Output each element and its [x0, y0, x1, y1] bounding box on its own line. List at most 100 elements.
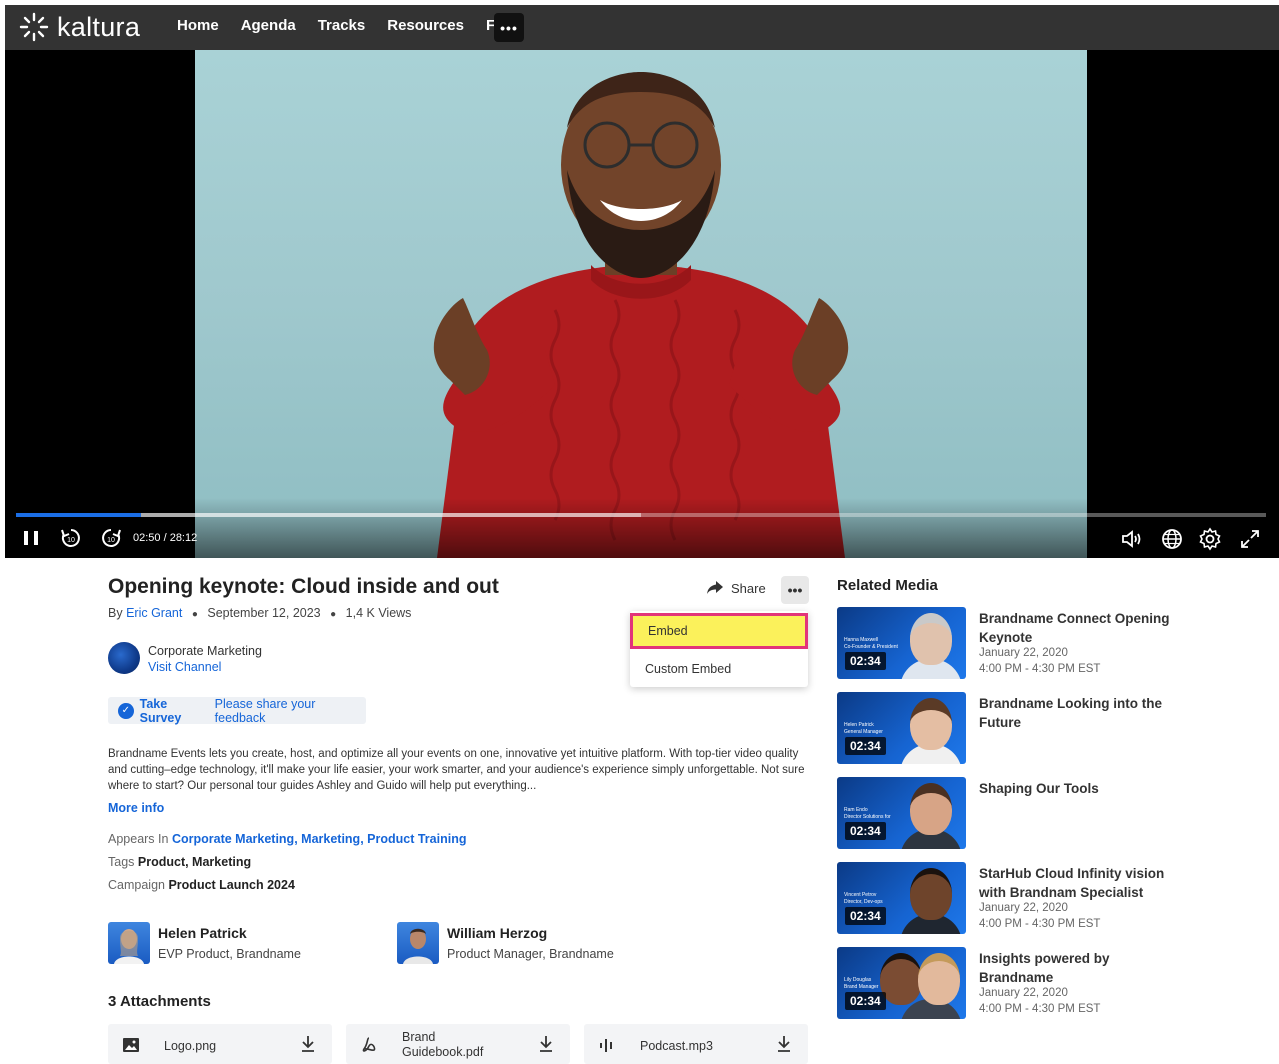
- caption-name: Hanna Maxwell: [844, 637, 879, 643]
- nav-agenda[interactable]: Agenda: [241, 17, 296, 34]
- gear-icon: [1199, 527, 1221, 551]
- tags-label: Tags: [108, 855, 135, 869]
- tags-value[interactable]: Product, Marketing: [138, 855, 251, 869]
- audio-icon: [600, 1039, 612, 1052]
- thumbnail-caption: Ram Endo Director Solutions for: [844, 807, 891, 821]
- pause-button[interactable]: [19, 526, 43, 550]
- video-frame: [195, 50, 1087, 558]
- download-icon[interactable]: [300, 1035, 316, 1053]
- volume-button[interactable]: [1119, 527, 1145, 551]
- svg-text:10: 10: [67, 537, 75, 544]
- settings-button[interactable]: [1198, 527, 1222, 551]
- played-fill: [16, 513, 141, 517]
- nav-tracks[interactable]: Tracks: [318, 17, 366, 34]
- thumbnail-person-head: [910, 698, 952, 750]
- attachment-item[interactable]: Podcast.mp3: [584, 1024, 808, 1064]
- avatar-image: [403, 928, 433, 964]
- forward-10-button[interactable]: 10: [99, 526, 123, 550]
- progress-bar[interactable]: [16, 513, 1266, 517]
- main-nav: Home Agenda Tracks Resources Faq: [177, 17, 513, 34]
- fullscreen-button[interactable]: [1238, 527, 1262, 551]
- thumbnail-caption: Lily Douglas Brand Manager: [844, 977, 878, 991]
- duration-badge: 02:34: [845, 992, 886, 1010]
- image-icon: [123, 1038, 139, 1052]
- campaign-value: Product Launch 2024: [168, 878, 295, 892]
- related-thumbnail[interactable]: Vincent Petrov Director, Dev-ops 02:34: [837, 862, 966, 934]
- more-info-link[interactable]: More info: [108, 801, 164, 815]
- related-title[interactable]: Insights powered by Brandname: [979, 949, 1179, 987]
- caption-name: Vincent Petrov: [844, 892, 877, 898]
- forward-10-icon: 10: [102, 529, 121, 547]
- share-arrow-icon: [707, 581, 723, 594]
- related-media-item[interactable]: Hanna Maxwell Co-Founder & President 02:3…: [837, 607, 1257, 679]
- custom-embed-menu-item[interactable]: Custom Embed: [630, 651, 808, 687]
- caption-role: Brand Manager: [844, 984, 879, 990]
- logo-text: kaltura: [57, 11, 141, 42]
- pdf-icon: [362, 1037, 376, 1052]
- appears-in-row: Appears In Corporate Marketing, Marketin…: [108, 832, 466, 846]
- author-link[interactable]: Eric Grant: [126, 606, 182, 620]
- take-survey-link[interactable]: Take Survey: [140, 697, 211, 725]
- avatar-image: [114, 929, 144, 964]
- category-link[interactable]: Corporate Marketing: [172, 832, 294, 846]
- related-title[interactable]: StarHub Cloud Infinity vision with Brand…: [979, 864, 1179, 902]
- related-thumbnail[interactable]: Ram Endo Director Solutions for 02:34: [837, 777, 966, 849]
- download-icon[interactable]: [776, 1035, 792, 1053]
- duration-badge: 02:34: [845, 907, 886, 925]
- related-time: 4:00 PM - 4:30 PM EST: [979, 918, 1101, 930]
- related-thumbnail[interactable]: Helen Patrick General Manager 02:34: [837, 692, 966, 764]
- survey-banner[interactable]: ✓ Take Survey Please share your feedback: [108, 697, 366, 725]
- volume-icon: [1122, 530, 1141, 548]
- controls-gradient: [5, 498, 1279, 558]
- kaltura-logo[interactable]: kaltura: [19, 12, 140, 42]
- related-thumbnail[interactable]: Lily Douglas Brand Manager 02:34: [837, 947, 966, 1019]
- kaltura-burst-icon: [19, 12, 49, 42]
- channel-avatar[interactable]: [108, 642, 140, 674]
- thumbnail-caption: Vincent Petrov Director, Dev-ops: [844, 892, 883, 906]
- attachment-name: Logo.png: [164, 1039, 217, 1053]
- caption-role: Co-Founder & President: [844, 644, 898, 650]
- nav-resources[interactable]: Resources: [387, 17, 464, 34]
- caption-role: Director Solutions for: [844, 814, 891, 820]
- related-date: January 22, 2020: [979, 647, 1068, 659]
- related-thumbnail[interactable]: Hanna Maxwell Co-Founder & President 02:3…: [837, 607, 966, 679]
- avatar: [108, 922, 150, 964]
- more-actions-button[interactable]: •••: [781, 576, 809, 604]
- category-link[interactable]: Product Training: [367, 832, 466, 846]
- attachment-item[interactable]: Logo.png: [108, 1024, 332, 1064]
- video-player[interactable]: 10 10 02:50 / 28:12: [5, 50, 1279, 558]
- embed-menu-item[interactable]: Embed: [630, 613, 808, 649]
- campaign-row: Campaign Product Launch 2024: [108, 878, 295, 892]
- attachment-item[interactable]: Brand Guidebook.pdf: [346, 1024, 570, 1064]
- tags-row: Tags Product, Marketing: [108, 855, 251, 869]
- visit-channel-link[interactable]: Visit Channel: [148, 660, 221, 674]
- thumbnail-person-head: [880, 953, 922, 1005]
- entry-views: 1,4 K Views: [345, 606, 412, 620]
- attachment-name: Brand Guidebook.pdf: [402, 1030, 484, 1059]
- related-media-item[interactable]: Ram Endo Director Solutions for 02:34 Sha…: [837, 777, 1257, 849]
- related-media-item[interactable]: Lily Douglas Brand Manager 02:34 Insights…: [837, 947, 1257, 1019]
- caption-name: Lily Douglas: [844, 977, 872, 983]
- related-media-item[interactable]: Helen Patrick General Manager 02:34 Brand…: [837, 692, 1257, 764]
- related-title[interactable]: Brandname Looking into the Future: [979, 694, 1179, 732]
- avatar: [397, 922, 439, 964]
- actions-dropdown: Embed Custom Embed: [630, 611, 808, 687]
- rewind-10-button[interactable]: 10: [59, 526, 83, 550]
- related-title[interactable]: Brandname Connect Opening Keynote: [979, 609, 1179, 647]
- attachments-title: 3 Attachments: [108, 993, 211, 1010]
- duration-badge: 02:34: [845, 652, 886, 670]
- download-icon[interactable]: [538, 1035, 554, 1053]
- category-link[interactable]: Marketing: [301, 832, 360, 846]
- channel-name: Corporate Marketing: [148, 644, 262, 658]
- nav-home[interactable]: Home: [177, 17, 219, 34]
- nav-more-button[interactable]: •••: [494, 13, 524, 42]
- presenter-role: EVP Product, Brandname: [158, 947, 301, 961]
- related-title[interactable]: Shaping Our Tools: [979, 779, 1179, 798]
- appears-in-label: Appears In: [108, 832, 169, 846]
- entry-description: Brandname Events lets you create, host, …: [108, 748, 805, 792]
- pause-icon: [24, 531, 38, 545]
- check-circle-icon: ✓: [118, 702, 134, 719]
- language-button[interactable]: [1160, 527, 1184, 551]
- share-button[interactable]: Share: [706, 580, 766, 596]
- related-media-item[interactable]: Vincent Petrov Director, Dev-ops 02:34 St…: [837, 862, 1257, 934]
